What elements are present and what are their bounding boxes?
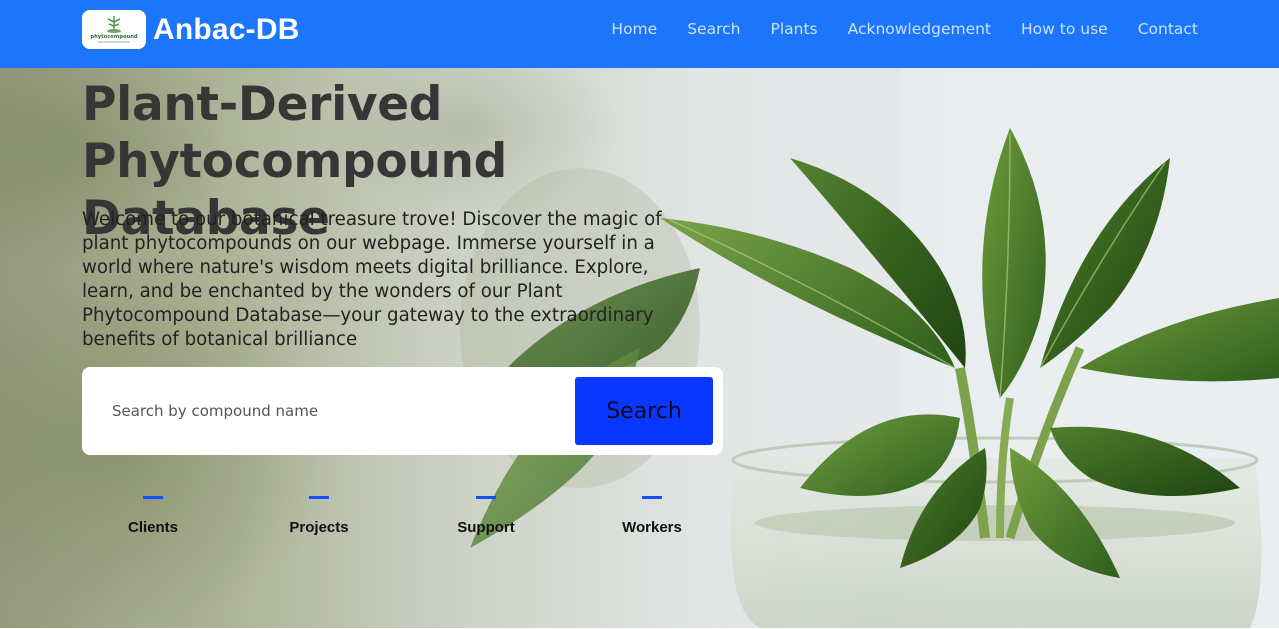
- stat-label: Support: [457, 519, 515, 536]
- stat-workers: Workers: [582, 496, 722, 536]
- stat-label: Workers: [622, 519, 682, 536]
- search-button[interactable]: Search: [575, 377, 713, 445]
- stat-projects: Projects: [249, 496, 389, 536]
- top-navbar: phytocompound Anbac-DB Home Search Plant…: [0, 0, 1279, 68]
- nav-home[interactable]: Home: [611, 20, 657, 38]
- logo-graphic: phytocompound: [82, 10, 146, 49]
- stat-accent-bar: [476, 496, 496, 499]
- stat-label: Projects: [289, 519, 349, 536]
- nav-plants[interactable]: Plants: [770, 20, 817, 38]
- stat-accent-bar: [309, 496, 329, 499]
- stat-label: Clients: [127, 519, 178, 536]
- stat-support: Support: [416, 496, 556, 536]
- nav-acknowledgement[interactable]: Acknowledgement: [848, 20, 991, 38]
- stat-accent-bar: [642, 496, 662, 499]
- brand-name[interactable]: Anbac-DB: [153, 13, 300, 47]
- main-nav: Home Search Plants Acknowledgement How t…: [611, 20, 1198, 38]
- title-line-1: Plant-Derived: [82, 77, 443, 132]
- nav-contact[interactable]: Contact: [1138, 20, 1198, 38]
- hero-section: Plant-Derived Phytocompound Database Wel…: [0, 68, 1279, 628]
- stat-accent-bar: [143, 496, 163, 499]
- search-input[interactable]: [112, 393, 552, 429]
- nav-search[interactable]: Search: [687, 20, 740, 38]
- stats-row: Clients Projects Support Workers: [82, 496, 722, 556]
- stat-clients: Clients: [83, 496, 223, 536]
- site-logo[interactable]: phytocompound: [82, 10, 146, 49]
- search-form: Search: [82, 367, 723, 455]
- nav-how-to-use[interactable]: How to use: [1021, 20, 1108, 38]
- hero-description: Welcome to our botanical treasure trove!…: [82, 209, 662, 350]
- logo-text: phytocompound: [90, 34, 138, 40]
